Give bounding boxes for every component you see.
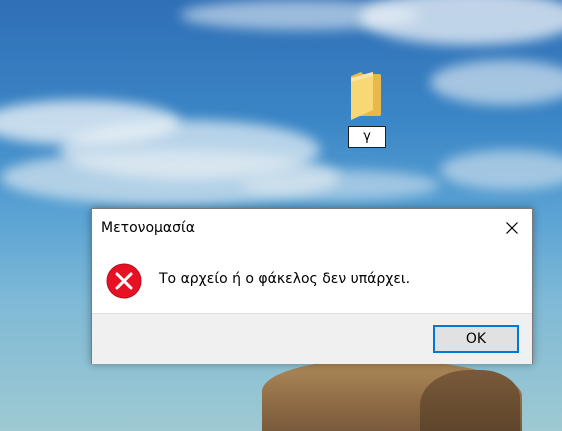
dialog-titlebar[interactable]: Μετονομασία <box>92 209 532 247</box>
rock-formation <box>420 370 520 431</box>
error-icon <box>106 263 142 299</box>
desktop-background: γ Μετονομασία Το αρχείο ή ο φάκελος δεν … <box>0 0 562 431</box>
cloud <box>240 170 440 200</box>
error-message: Το αρχείο ή ο φάκελος δεν υπάρχει. <box>159 271 411 287</box>
dialog-content: Το αρχείο ή ο φάκελος δεν υπάρχει. <box>92 247 532 313</box>
cloud <box>440 150 562 190</box>
close-icon <box>506 222 518 234</box>
cloud <box>360 0 562 45</box>
cloud <box>430 60 562 105</box>
rename-input[interactable]: γ <box>348 126 386 148</box>
ok-button[interactable]: OK <box>433 325 519 353</box>
rename-error-dialog: Μετονομασία Το αρχείο ή ο φάκελος δεν υπ… <box>91 208 533 364</box>
dialog-footer: OK <box>92 313 532 364</box>
folder-icon[interactable] <box>349 70 383 122</box>
desktop-folder-item[interactable]: γ <box>346 68 386 152</box>
dialog-title: Μετονομασία <box>101 220 196 236</box>
close-button[interactable] <box>492 209 532 247</box>
